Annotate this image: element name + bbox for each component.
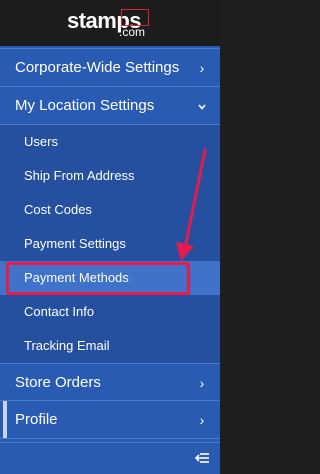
submenu-item-tracking-email[interactable]: Tracking Email [0, 329, 220, 363]
logo-suffix: .com [119, 25, 146, 39]
menu-item-label: Store Orders [15, 374, 101, 391]
submenu-item-payment-settings[interactable]: Payment Settings [0, 227, 220, 261]
submenu-item-contact-info[interactable]: Contact Info [0, 295, 220, 329]
menu-item-store-orders[interactable]: Store Orders › [0, 363, 220, 401]
header: stamps .com [0, 0, 220, 46]
collapse-sidebar-icon[interactable] [194, 451, 210, 465]
sidebar-footer [0, 442, 220, 474]
menu-item-label: Corporate-Wide Settings [15, 59, 180, 76]
my-location-submenu: Users Ship From Address Cost Codes Payme… [0, 125, 220, 363]
annotation-highlight-box [6, 262, 190, 295]
stamps-logo[interactable]: stamps .com [67, 8, 157, 40]
profile-side-marker [3, 401, 7, 438]
submenu-item-ship-from-address[interactable]: Ship From Address [0, 159, 220, 193]
sidebar-app: stamps .com Corporate-Wide Settings › My… [0, 0, 220, 474]
menu-item-corporate-wide-settings[interactable]: Corporate-Wide Settings › [0, 48, 220, 87]
chevron-right-icon: › [199, 412, 205, 428]
submenu-item-users[interactable]: Users [0, 125, 220, 159]
menu-item-my-location-settings[interactable]: My Location Settings [0, 87, 220, 125]
menu-item-label: Profile [15, 411, 58, 428]
chevron-right-icon: › [199, 60, 205, 76]
sidebar-menu: Corporate-Wide Settings › My Location Se… [0, 48, 220, 439]
logo-frame-icon [121, 9, 149, 26]
chevron-down-icon [196, 87, 208, 125]
menu-item-profile[interactable]: Profile › [0, 401, 220, 439]
submenu-item-cost-codes[interactable]: Cost Codes [0, 193, 220, 227]
chevron-right-icon: › [199, 375, 205, 391]
menu-item-label: My Location Settings [15, 97, 155, 114]
